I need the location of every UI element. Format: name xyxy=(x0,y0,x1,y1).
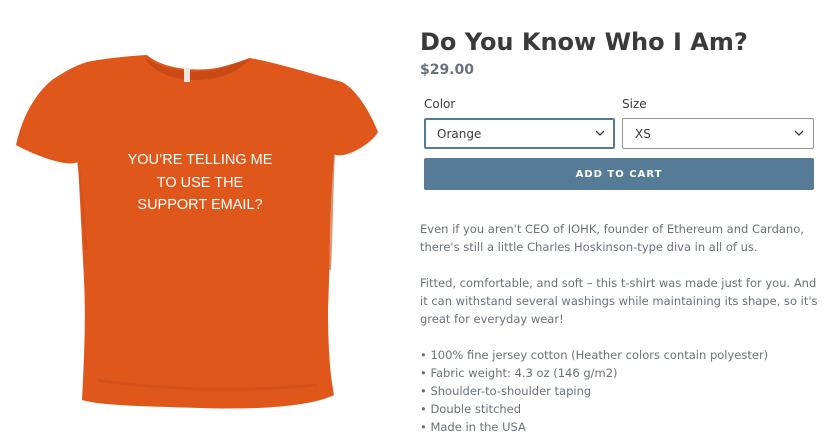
product-image[interactable]: YOU’RE TELLING ME TO USE THE SUPPORT EMA… xyxy=(12,50,382,415)
color-label: Color xyxy=(424,97,456,111)
shirt-print-line-3: SUPPORT EMAIL? xyxy=(137,197,262,213)
size-label: Size xyxy=(622,97,647,111)
tshirt-image: YOU’RE TELLING ME TO USE THE SUPPORT EMA… xyxy=(16,55,378,409)
color-select-value: Orange xyxy=(437,127,482,141)
feature-list: 100% fine jersey cotton (Heather colors … xyxy=(420,346,825,436)
product-description: Even if you aren't CEO of IOHK, founder … xyxy=(420,220,825,436)
list-item: Double stitched xyxy=(420,400,825,418)
list-item: Made in the USA xyxy=(420,418,825,436)
chevron-down-icon xyxy=(595,130,605,136)
size-select-value: XS xyxy=(635,127,651,141)
list-item: Shoulder-to-shoulder taping xyxy=(420,382,825,400)
description-paragraph: Even if you aren't CEO of IOHK, founder … xyxy=(420,222,804,254)
chevron-down-icon xyxy=(794,130,804,136)
description-paragraph: Fitted, comfortable, and soft – this t-s… xyxy=(420,276,818,326)
product-title: Do You Know Who I Am? xyxy=(420,28,748,56)
list-item: Fabric weight: 4.3 oz (146 g/m2) xyxy=(420,364,825,382)
size-select[interactable]: XS xyxy=(622,118,814,149)
shirt-print-line-1: YOU’RE TELLING ME xyxy=(128,152,273,168)
product-price: $29.00 xyxy=(420,62,475,78)
add-to-cart-button[interactable]: ADD TO CART xyxy=(424,158,814,190)
color-select[interactable]: Orange xyxy=(424,118,615,149)
shirt-print-line-2: TO USE THE xyxy=(157,175,244,191)
list-item: 100% fine jersey cotton (Heather colors … xyxy=(420,346,825,364)
